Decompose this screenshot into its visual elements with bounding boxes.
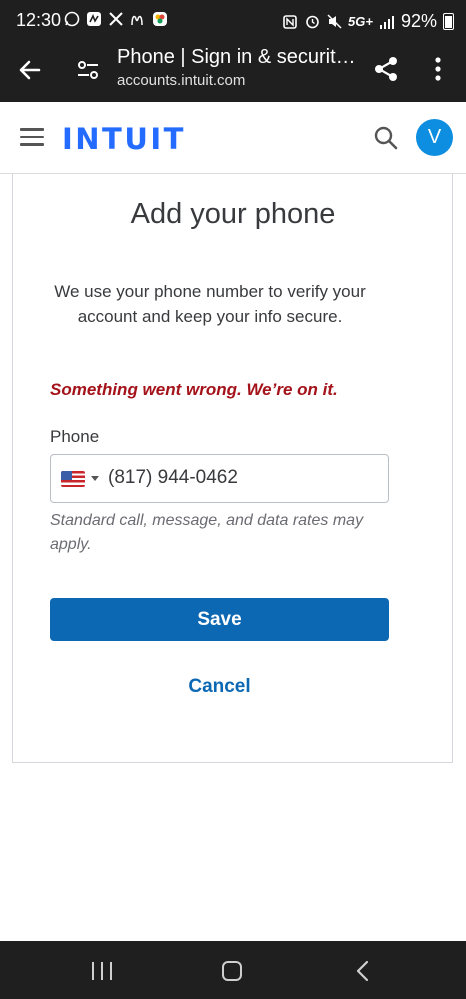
notification-icons (64, 11, 168, 27)
system-nav-bar (0, 941, 466, 999)
hamburger-menu-icon[interactable] (20, 128, 44, 148)
nfc-icon (282, 14, 298, 30)
more-menu-icon[interactable] (428, 55, 448, 83)
recents-icon[interactable] (92, 962, 112, 980)
avatar-initial: V (427, 126, 442, 148)
alarm-icon (304, 14, 320, 30)
signal-icon (379, 14, 395, 30)
us-flag-icon[interactable] (61, 471, 85, 487)
error-message: Something went wrong. We’re on it. (50, 380, 338, 399)
status-time: 12:30 (16, 10, 62, 30)
phone-input[interactable]: (817) 944-0462 (50, 454, 389, 503)
site-settings-icon[interactable] (76, 58, 100, 82)
page-title: Add your phone (130, 198, 336, 230)
status-bar: 12:30 5G+ 92% (0, 0, 466, 40)
page-tab-title[interactable]: Phone | Sign in & security | Intuit (117, 46, 362, 69)
system-icons: 5G+ 92% (282, 11, 454, 32)
phone-label: Phone (50, 427, 100, 446)
mute-icon (326, 14, 342, 30)
description-text: We use your phone number to verify your … (54, 282, 366, 326)
avatar[interactable]: V (416, 119, 453, 156)
back-arrow-icon[interactable] (16, 56, 44, 84)
url-text[interactable]: accounts.intuit.com (117, 72, 245, 89)
whatsapp-icon (64, 11, 80, 27)
mcdonalds-icon (130, 11, 146, 27)
app-icon (86, 11, 102, 27)
x-icon (108, 11, 124, 27)
photos-icon (152, 11, 168, 27)
battery-percent: 92% (400, 11, 437, 31)
network-label: 5G+ (348, 14, 373, 29)
chevron-down-icon[interactable] (91, 476, 99, 481)
share-icon[interactable] (372, 55, 400, 83)
battery-icon (443, 13, 454, 30)
back-icon[interactable] (354, 960, 372, 982)
cancel-button[interactable]: Cancel (50, 676, 389, 698)
save-button[interactable]: Save (50, 598, 389, 641)
home-icon[interactable] (222, 961, 242, 981)
browser-toolbar: Phone | Sign in & security | Intuit acco… (0, 40, 466, 102)
rates-hint: Standard call, message, and data rates m… (50, 512, 364, 553)
phone-number-value[interactable]: (817) 944-0462 (108, 467, 238, 489)
search-icon[interactable] (373, 125, 399, 151)
intuit-logo[interactable]: INTUIT (62, 122, 186, 156)
site-header: INTUIT V (0, 102, 466, 174)
